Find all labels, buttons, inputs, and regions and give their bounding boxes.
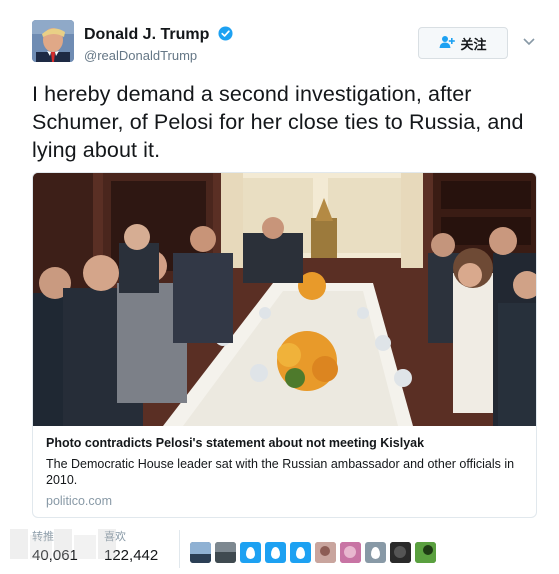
card-body: Photo contradicts Pelosi's statement abo… — [46, 435, 526, 508]
egg-icon — [246, 546, 255, 559]
tweet-text: I hereby demand a second investigation, … — [32, 82, 524, 162]
card-image — [33, 173, 536, 426]
egg-icon — [271, 546, 280, 559]
verified-badge-icon — [218, 26, 233, 46]
tweet-header: Donald J. Trump @realDonaldTrump 关注 — [32, 20, 542, 70]
chevron-down-icon[interactable] — [522, 34, 536, 48]
liker-avatar[interactable] — [290, 542, 311, 563]
user-name-block: Donald J. Trump @realDonaldTrump — [84, 26, 233, 63]
liker-avatar[interactable] — [365, 542, 386, 563]
follow-button-label: 关注 — [460, 36, 487, 52]
liker-avatar[interactable] — [390, 542, 411, 563]
egg-icon — [296, 546, 305, 559]
liker-avatar[interactable] — [340, 542, 361, 563]
display-name[interactable]: Donald J. Trump — [84, 26, 209, 44]
stats-divider — [179, 530, 180, 568]
liker-avatar[interactable] — [215, 542, 236, 563]
card-domain[interactable]: politico.com — [46, 494, 526, 508]
liker-avatar[interactable] — [415, 542, 436, 563]
user-handle[interactable]: @realDonaldTrump — [84, 48, 233, 63]
liker-avatar[interactable] — [315, 542, 336, 563]
card-title[interactable]: Photo contradicts Pelosi's statement abo… — [46, 435, 526, 451]
liker-avatar[interactable] — [265, 542, 286, 563]
link-card[interactable]: Photo contradicts Pelosi's statement abo… — [32, 172, 537, 518]
liker-avatar[interactable] — [240, 542, 261, 563]
watermark-logo — [8, 515, 138, 571]
add-user-icon — [439, 35, 456, 52]
avatar-portrait-icon — [32, 20, 74, 62]
liker-avatars — [190, 542, 436, 563]
liker-avatar[interactable] — [190, 542, 211, 563]
card-description: The Democratic House leader sat with the… — [46, 457, 515, 487]
follow-button[interactable]: 关注 — [418, 27, 508, 59]
avatar[interactable] — [32, 20, 74, 62]
egg-icon — [371, 546, 380, 559]
